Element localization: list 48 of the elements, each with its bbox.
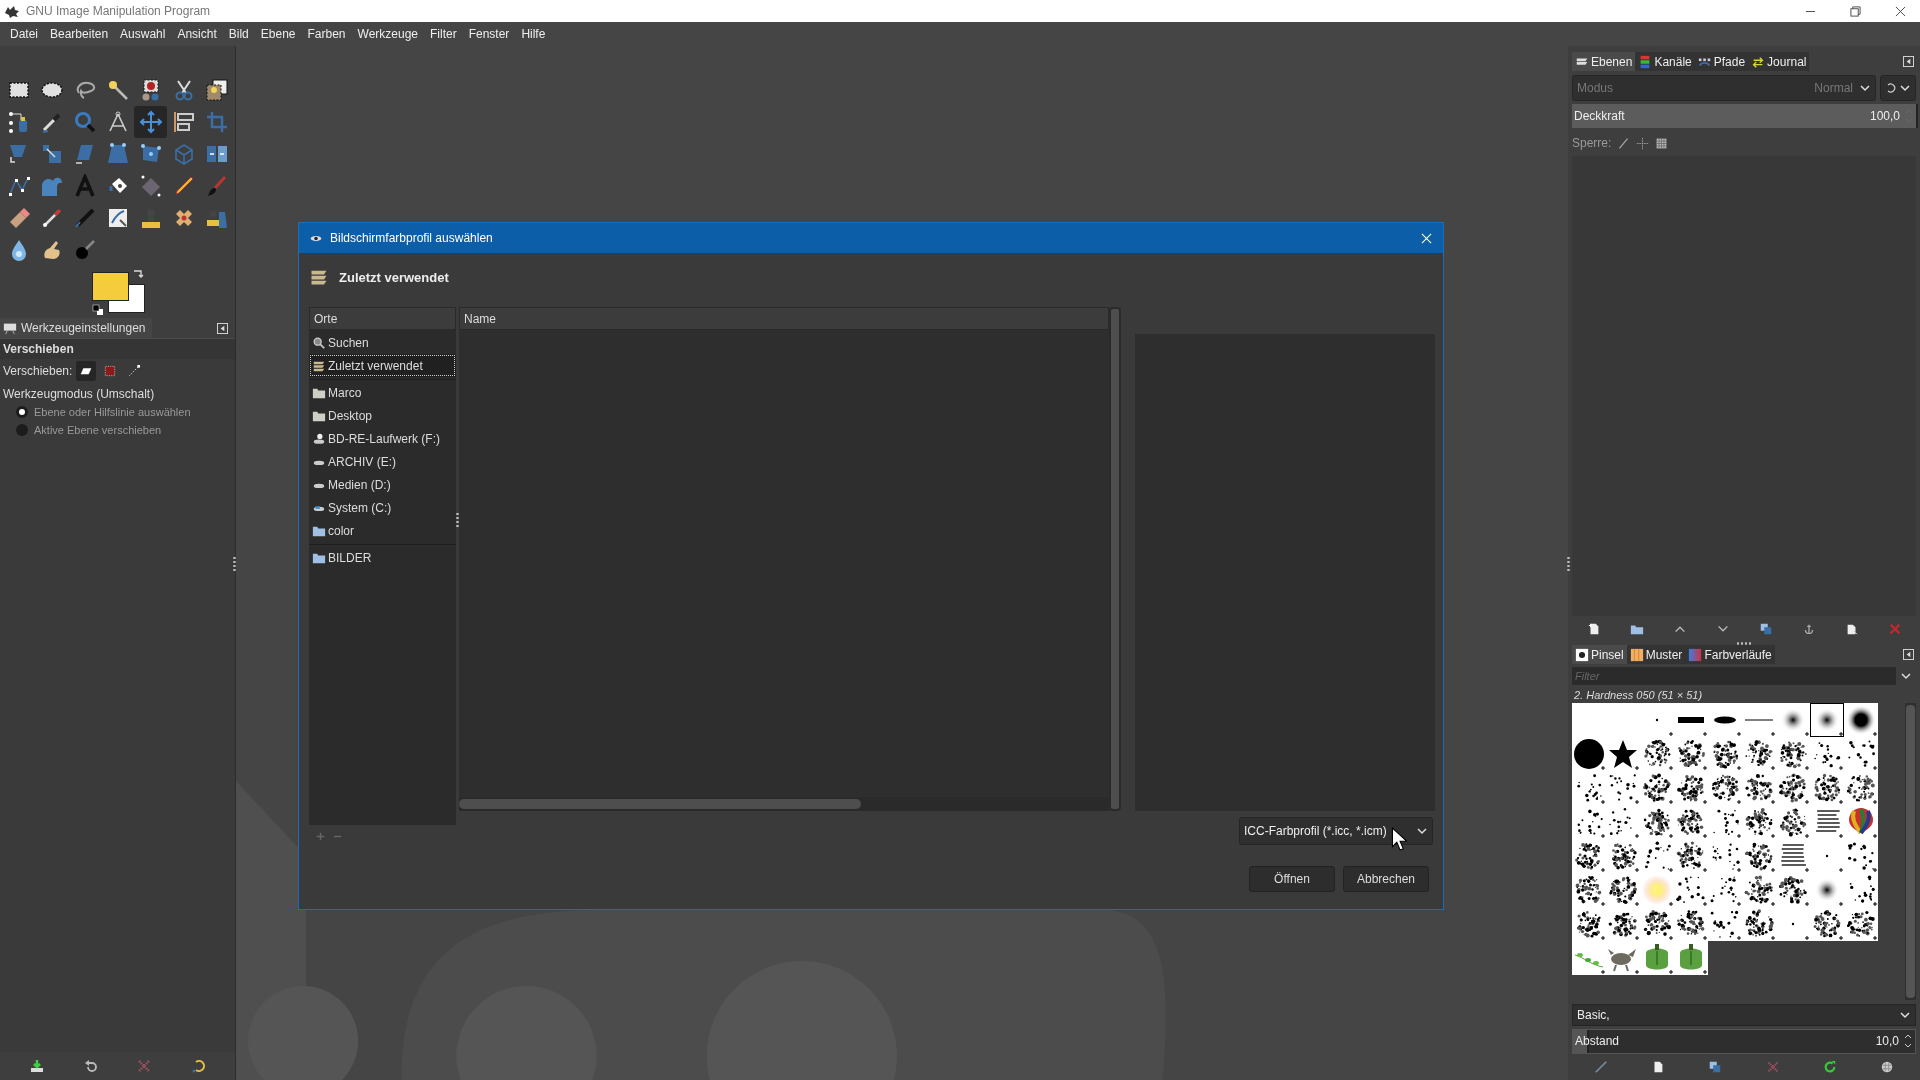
open-button[interactable]: Öffnen: [1249, 866, 1335, 892]
menu-item[interactable]: Ansicht: [171, 27, 223, 41]
menu-item[interactable]: Auswahl: [114, 27, 172, 41]
place-item[interactable]: System (C:): [309, 496, 456, 519]
column-header[interactable]: Name: [459, 307, 1109, 330]
move-label: Verschieben:: [3, 364, 73, 378]
menu-item[interactable]: Ebene: [254, 27, 302, 41]
dock-tab[interactable]: Ebenen: [1572, 52, 1636, 72]
menu-item[interactable]: Hilfe: [515, 27, 552, 41]
dialog-title: Bildschirmfarbprofil auswählen: [330, 231, 493, 245]
place-item[interactable]: Desktop: [309, 404, 456, 427]
dock-tab[interactable]: Pfade: [1694, 52, 1749, 72]
filter-field[interactable]: Filter: [1572, 666, 1896, 685]
dock-tab[interactable]: Farbverläufe: [1685, 645, 1775, 665]
tool-name: Verschieben: [0, 339, 235, 359]
menu-item[interactable]: Datei: [4, 27, 44, 41]
dock-tab[interactable]: Journal: [1748, 52, 1810, 72]
menu-item[interactable]: Bearbeiten: [44, 27, 115, 41]
column-header[interactable]: Orte: [309, 307, 456, 330]
menu-item[interactable]: Farben: [301, 27, 352, 41]
place-item[interactable]: BD-RE-Laufwerk (F:): [309, 427, 456, 450]
dock-tab[interactable]: Muster: [1626, 645, 1686, 665]
location-title: Zuletzt verwendet: [339, 269, 449, 285]
place-item[interactable]: Zuletzt verwendet: [309, 354, 456, 377]
opacity-slider[interactable]: Deckkraft 100,0: [1572, 103, 1916, 128]
place-item[interactable]: color: [309, 519, 456, 542]
tool-options-tab[interactable]: Werkzeugeinstellungen: [0, 318, 152, 338]
place-item[interactable]: Medien (D:): [309, 473, 456, 496]
place-item[interactable]: BILDER: [309, 546, 456, 569]
lock-label: Sperre:: [1572, 136, 1612, 151]
menu-item[interactable]: Werkzeuge: [351, 27, 424, 41]
menu-item[interactable]: Fenster: [462, 27, 516, 41]
tag-dropdown[interactable]: Basic,: [1572, 1003, 1916, 1026]
menu-item[interactable]: Bild: [222, 27, 255, 41]
menu-item[interactable]: Filter: [424, 27, 463, 41]
brush-name: 2. Hardness 050 (51 × 51): [1573, 687, 1704, 703]
radio-label: Aktive Ebene verschieben: [34, 424, 162, 436]
dock-tab[interactable]: Pinsel: [1572, 645, 1627, 665]
spacing-slider[interactable]: Abstand 10,0: [1572, 1028, 1916, 1055]
mode-label: Werkzeugmodus (Umschalt): [2, 386, 156, 403]
cancel-button[interactable]: Abbrechen: [1343, 866, 1429, 892]
file-type-dropdown[interactable]: ICC-Farbprofil (*.icc, *.icm): [1239, 817, 1433, 845]
place-item[interactable]: Marco: [309, 381, 456, 404]
radio-label: Ebene oder Hilfslinie auswählen: [34, 406, 191, 418]
dock-tab[interactable]: Kanäle: [1635, 52, 1695, 72]
place-item[interactable]: Suchen: [309, 331, 456, 354]
window-title: GNU Image Manipulation Program: [26, 4, 211, 18]
place-item[interactable]: ARCHIV (E:): [309, 450, 456, 473]
